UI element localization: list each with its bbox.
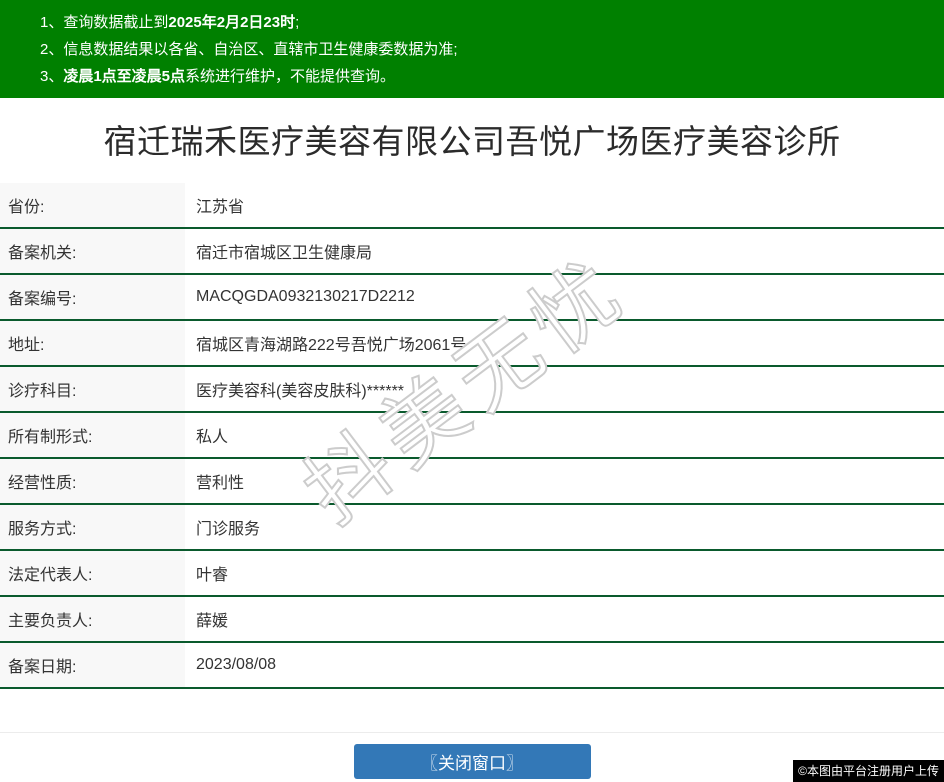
row-value: MACQGDA0932130217D2212 (196, 288, 415, 305)
row-label: 地址: (0, 321, 185, 365)
notice-text-bold: 凌晨1点至凌晨5点 (63, 68, 186, 85)
row-label: 备案编号: (0, 275, 185, 319)
notice-number: 3、 (40, 68, 64, 85)
row-label: 备案机关: (0, 229, 185, 273)
page-title: 宿迁瑞禾医疗美容有限公司吾悦广场医疗美容诊所 (103, 123, 841, 160)
row-label: 省份: (0, 183, 185, 227)
row-label: 法定代表人: (0, 551, 185, 595)
notice-text: 查询数据截止到 (63, 14, 169, 31)
table-row: 服务方式: 门诊服务 (0, 505, 944, 551)
notice-text: 系统进行维护，不能提供查询。 (185, 68, 396, 85)
table-row: 备案机关: 宿迁市宿城区卫生健康局 (0, 229, 944, 275)
notice-number: 2、 (40, 41, 64, 58)
row-value: 营利性 (196, 475, 245, 492)
notice-text-bold: 2025年2月2日23时 (168, 14, 296, 31)
close-window-button[interactable]: 〖关闭窗口〗 (353, 744, 591, 779)
upload-credit-badge: ©本图由平台注册用户上传 (793, 760, 944, 782)
row-value: 薛媛 (196, 613, 229, 630)
row-value: 2023/08/08 (196, 656, 277, 673)
notice-item: 3、凌晨1点至凌晨5点系统进行维护，不能提供查询。 (40, 63, 924, 90)
row-value: 叶睿 (196, 567, 229, 584)
row-value: 宿迁市宿城区卫生健康局 (196, 245, 373, 262)
info-table: 省份: 江苏省 备案机关: 宿迁市宿城区卫生健康局 备案编号: MACQGDA0… (0, 183, 944, 689)
table-row: 经营性质: 营利性 (0, 459, 944, 505)
row-label: 主要负责人: (0, 597, 185, 641)
notice-text: 信息数据结果以各省、自治区、直辖市卫生健康委数据为准; (63, 41, 458, 58)
row-label: 诊疗科目: (0, 367, 185, 411)
table-row: 诊疗科目: 医疗美容科(美容皮肤科)****** (0, 367, 944, 413)
notice-item: 2、信息数据结果以各省、自治区、直辖市卫生健康委数据为准; (40, 36, 924, 63)
row-value: 私人 (196, 429, 229, 446)
row-label: 经营性质: (0, 459, 185, 503)
row-value: 宿城区青海湖路222号吾悦广场2061号 (196, 337, 467, 354)
row-value: 江苏省 (196, 199, 245, 216)
table-row: 备案编号: MACQGDA0932130217D2212 (0, 275, 944, 321)
table-row: 主要负责人: 薛媛 (0, 597, 944, 643)
notice-number: 1、 (40, 14, 64, 31)
row-label: 所有制形式: (0, 413, 185, 457)
notice-item: 1、查询数据截止到2025年2月2日23时; (40, 9, 924, 36)
row-value: 医疗美容科(美容皮肤科)****** (196, 383, 405, 400)
table-row: 地址: 宿城区青海湖路222号吾悦广场2061号 (0, 321, 944, 367)
notice-text: ; (295, 14, 300, 31)
record-detail-page: 1、查询数据截止到2025年2月2日23时; 2、信息数据结果以各省、自治区、直… (0, 0, 944, 782)
row-label: 服务方式: (0, 505, 185, 549)
table-row: 备案日期: 2023/08/08 (0, 643, 944, 689)
row-label: 备案日期: (0, 643, 185, 687)
table-row: 所有制形式: 私人 (0, 413, 944, 459)
table-row: 法定代表人: 叶睿 (0, 551, 944, 597)
notice-banner: 1、查询数据截止到2025年2月2日23时; 2、信息数据结果以各省、自治区、直… (0, 0, 944, 98)
row-value: 门诊服务 (196, 521, 261, 538)
table-row: 省份: 江苏省 (0, 183, 944, 229)
